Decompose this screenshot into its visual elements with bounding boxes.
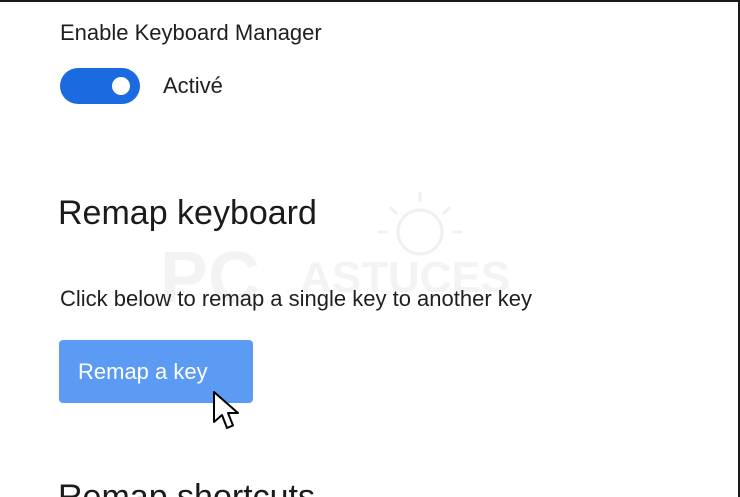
settings-panel: PC ASTUCES Enable Keyboard Manager Activ… xyxy=(0,0,740,497)
toggle-state-text: Activé xyxy=(163,73,223,98)
enable-keyboard-manager-label: Enable Keyboard Manager xyxy=(60,20,322,45)
remap-a-key-button[interactable]: Remap a key xyxy=(59,340,253,403)
enable-keyboard-manager-toggle[interactable] xyxy=(60,68,140,104)
toggle-knob xyxy=(112,77,130,95)
watermark-logo-icon: PC ASTUCES xyxy=(160,192,510,318)
remap-keyboard-description: Click below to remap a single key to ano… xyxy=(60,286,533,311)
remap-shortcuts-title: Remap shortcuts xyxy=(58,478,315,497)
remap-keyboard-title: Remap keyboard xyxy=(58,194,317,232)
